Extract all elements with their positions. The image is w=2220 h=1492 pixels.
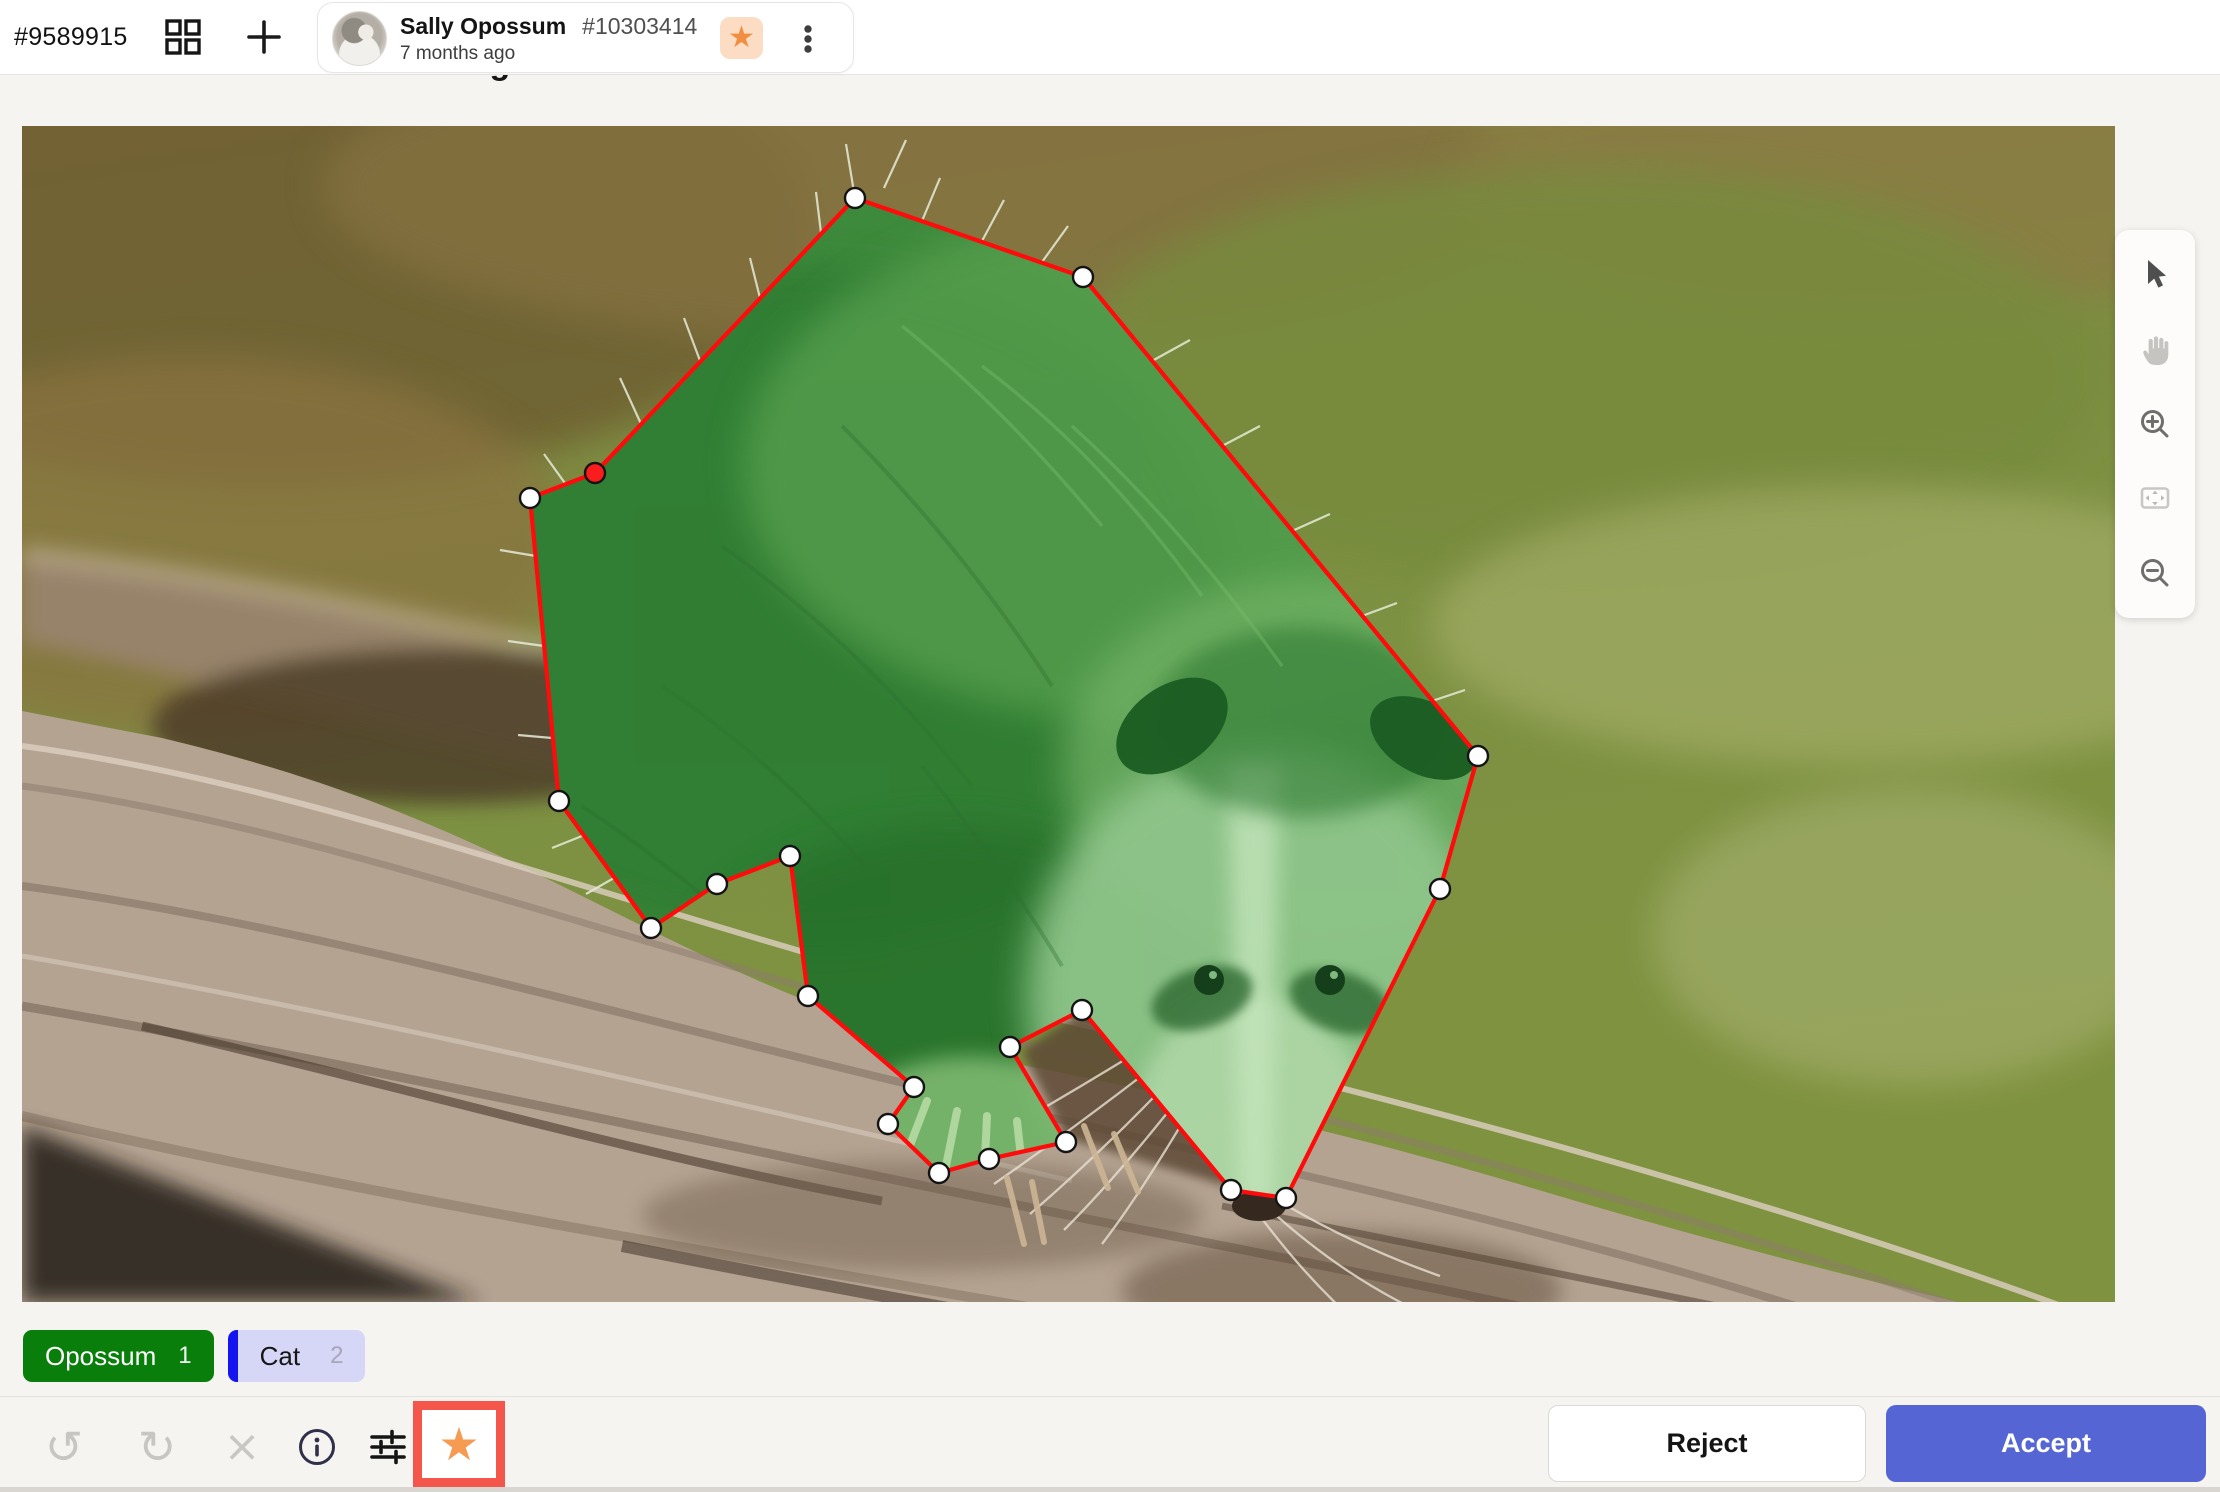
canvas-tool-panel [2115, 230, 2195, 618]
annotation-time: 7 months ago [400, 43, 515, 65]
window-bottom-strip [0, 1487, 2220, 1492]
label-text: Opossum [45, 1341, 156, 1372]
star-icon: ★ [438, 1421, 479, 1467]
label-selector: Opossum 1 Cat 2 [23, 1330, 365, 1382]
polygon-vertex[interactable] [1276, 1188, 1296, 1208]
polygon-vertex[interactable] [1430, 879, 1450, 899]
fit-screen-icon [2136, 479, 2174, 517]
delete-icon: × [224, 1425, 261, 1469]
polygon-vertex[interactable] [641, 918, 661, 938]
polygon-vertex[interactable] [798, 986, 818, 1006]
pointer-icon [2136, 256, 2174, 294]
polygon-vertex[interactable] [549, 791, 569, 811]
zoom-out-icon [2136, 554, 2174, 592]
zoom-out-tool-button[interactable] [2127, 545, 2183, 601]
annotator-name: Sally Opossum [400, 13, 566, 40]
pointer-tool-button[interactable] [2127, 247, 2183, 303]
delete-annotation-button[interactable]: × [216, 1413, 268, 1481]
annotated-image[interactable] [22, 126, 2115, 1302]
redo-icon: ↻ [138, 1424, 177, 1470]
polygon-vertex[interactable] [845, 188, 865, 208]
accept-button[interactable]: Accept [1886, 1405, 2206, 1482]
info-button[interactable] [291, 1413, 343, 1481]
top-bar: #9589915 Sally Opossum #10303414 7 month… [0, 0, 2220, 75]
polygon-vertex[interactable] [1056, 1132, 1076, 1152]
label-chip-opossum[interactable]: Opossum 1 [23, 1330, 214, 1382]
label-color-bar [228, 1330, 238, 1382]
polygon-vertex[interactable] [904, 1077, 924, 1097]
undo-button[interactable]: ↺ [38, 1413, 90, 1481]
label-hotkey: 1 [178, 1342, 191, 1370]
image-canvas[interactable] [22, 126, 2115, 1302]
info-icon [295, 1425, 339, 1469]
hand-icon [2135, 330, 2175, 370]
polygon-vertex[interactable] [929, 1163, 949, 1183]
annotation-id: #10303414 [582, 13, 697, 40]
polygon-vertex[interactable] [1073, 267, 1093, 287]
ground-truth-toolbar-button[interactable]: ★ [422, 1410, 496, 1478]
view-settings-icon [366, 1425, 410, 1469]
view-settings-button[interactable] [362, 1413, 414, 1481]
label-text: Cat [238, 1341, 300, 1372]
undo-icon: ↺ [45, 1424, 84, 1470]
polygon-vertex[interactable] [1468, 746, 1488, 766]
label-chip-cat[interactable]: Cat 2 [228, 1330, 366, 1382]
annotator-avatar [332, 11, 387, 66]
label-hotkey: 2 [300, 1342, 365, 1370]
polygon-vertex[interactable] [1000, 1037, 1020, 1057]
ground-truth-star-button[interactable]: ★ [720, 17, 763, 59]
kebab-vertical-icon [790, 21, 826, 57]
star-icon: ★ [728, 23, 755, 53]
star-button-highlight-box: ★ [413, 1401, 505, 1487]
annotation-card[interactable]: Sally Opossum #10303414 7 months ago ★ [317, 2, 854, 73]
annotation-app: { "top_bar": { "task_id": "#9589915", "g… [0, 0, 2220, 1492]
pan-tool-button[interactable] [2127, 322, 2183, 378]
plus-icon [245, 18, 283, 56]
polygon-vertex[interactable] [878, 1114, 898, 1134]
polygon-vertex-active[interactable] [585, 463, 605, 483]
polygon-vertex[interactable] [707, 874, 727, 894]
polygon-vertex[interactable] [1221, 1180, 1241, 1200]
task-id: #9589915 [14, 0, 128, 74]
zoom-in-tool-button[interactable] [2127, 396, 2183, 452]
polygon-vertex[interactable] [979, 1149, 999, 1169]
bottom-divider [0, 1396, 2220, 1397]
add-annotation-button[interactable] [243, 16, 285, 58]
polygon-vertex[interactable] [520, 488, 540, 508]
reject-button[interactable]: Reject [1548, 1405, 1866, 1482]
grid-view-button[interactable] [162, 16, 204, 58]
grid-view-icon [164, 18, 202, 56]
fit-screen-tool-button[interactable] [2127, 470, 2183, 526]
polygon-vertex[interactable] [780, 846, 800, 866]
redo-button[interactable]: ↻ [131, 1413, 183, 1481]
polygon-vertex[interactable] [1072, 1000, 1092, 1020]
zoom-in-icon [2136, 405, 2174, 443]
card-menu-button[interactable] [788, 19, 828, 59]
